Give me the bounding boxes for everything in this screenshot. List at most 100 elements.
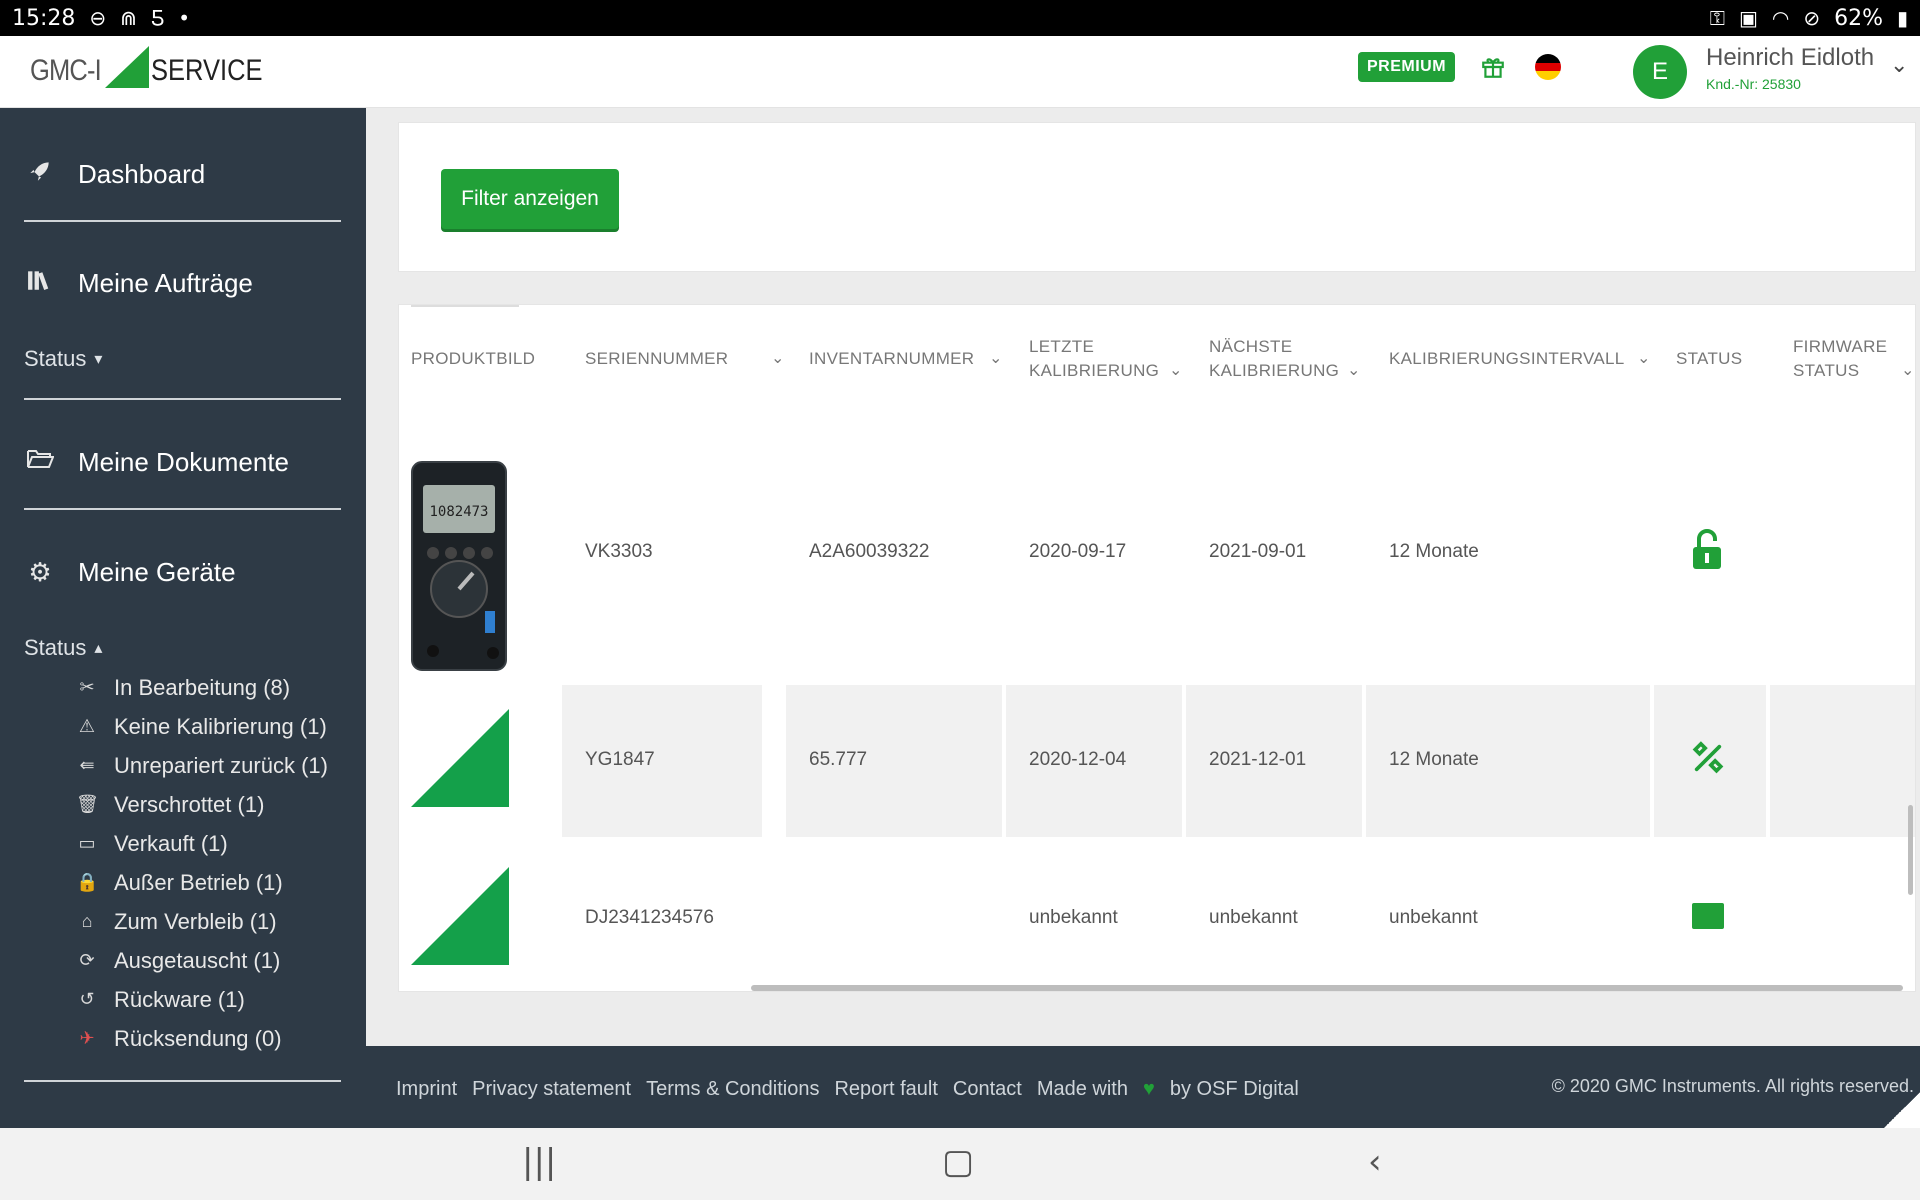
- come-and-go-icon[interactable]: [1692, 903, 1724, 929]
- status-filter-verkauft[interactable]: ▭ Verkauft (1): [76, 824, 328, 863]
- column-header-letzte-kalibrierung[interactable]: LETZTE KALIBRIERUNG ⌄: [1029, 335, 1194, 383]
- chevron-down-icon[interactable]: ⌄: [1890, 52, 1908, 78]
- gmc-logo[interactable]: GMC-I SERVICE: [30, 44, 283, 94]
- column-header-firmware-status[interactable]: FIRMWARE STATUS ⌄: [1793, 335, 1915, 383]
- exchange-icon: ⟳: [79, 950, 95, 970]
- devices-status-toggle[interactable]: Status ▴: [24, 635, 102, 661]
- status-filter-zum-verbleib[interactable]: ⌂ Zum Verbleib (1): [76, 902, 328, 941]
- status-filter-label: Rücksendung (0): [114, 1025, 282, 1051]
- send-back-icon: ✈: [79, 1028, 95, 1048]
- column-header-naechste-kalibrierung[interactable]: NÄCHSTE KALIBRIERUNG ⌄: [1209, 335, 1374, 383]
- column-label: INVENTARNUMMER: [809, 349, 975, 368]
- column-label: FIRMWARE: [1793, 337, 1888, 356]
- status-filter-verschrottet[interactable]: 🗑 Verschrottet (1): [76, 785, 328, 824]
- return-icon: ⇚: [79, 755, 95, 775]
- sidebar-item-orders[interactable]: Meine Aufträge: [24, 268, 253, 299]
- status-filter-label: Zum Verbleib (1): [114, 908, 277, 934]
- sidebar-item-documents[interactable]: Meine Dokumente: [24, 447, 289, 478]
- status-label: Status: [24, 346, 87, 371]
- avatar[interactable]: E: [1633, 45, 1687, 99]
- system-navigation-bar: ||| ▢ ‹: [0, 1128, 1920, 1200]
- heart-icon: ♥: [1142, 1078, 1155, 1100]
- status-filter-label: Keine Kalibrierung (1): [114, 713, 327, 739]
- status-filter-label: In Bearbeitung (8): [114, 674, 291, 700]
- privacy-link[interactable]: Privacy statement: [472, 1078, 631, 1101]
- status-filter-label: Unrepariert zurück (1): [114, 752, 328, 778]
- contact-link[interactable]: Contact: [953, 1078, 1022, 1101]
- footer: Imprint Privacy statement Terms & Condit…: [366, 1046, 1920, 1128]
- user-name[interactable]: Heinrich Eidloth: [1706, 44, 1874, 72]
- next-calibration: 2021-09-01: [1209, 541, 1307, 562]
- sidebar: Dashboard Meine Aufträge Status ▾ Meine …: [0, 108, 366, 1128]
- back-icon[interactable]: ‹: [1368, 1142, 1382, 1182]
- column-label: PRODUKTBILD: [411, 349, 536, 368]
- column-label: NÄCHSTE: [1209, 337, 1293, 356]
- placeholder-product-image: [411, 867, 509, 965]
- status-filter-rueckware[interactable]: ↺ Rückware (1): [76, 980, 328, 1019]
- blocked-icon: ⊘: [1803, 6, 1821, 30]
- chevron-down-icon: ▾: [94, 351, 103, 368]
- column-header-seriennummer[interactable]: SERIENNUMMER ⌄: [585, 347, 785, 371]
- library-icon: [24, 268, 56, 299]
- table-row[interactable]: 1082473 VK3303 A2A60039322 2020-09-17 20…: [399, 433, 1915, 671]
- horizontal-scrollbar[interactable]: [751, 985, 1903, 991]
- column-header-kalibrierungsintervall[interactable]: KALIBRIERUNGSINTERVALL ⌄: [1389, 347, 1659, 371]
- serial-number: VK3303: [585, 541, 653, 562]
- column-label: KALIBRIERUNGSINTERVALL: [1389, 349, 1625, 368]
- table-row[interactable]: DJ2341234576 unbekannt unbekannt unbekan…: [399, 837, 1915, 987]
- home-button-icon[interactable]: ▢: [942, 1142, 974, 1182]
- device-status-list: ✂ In Bearbeitung (8) ⚠ Keine Kalibrierun…: [76, 668, 328, 1058]
- trash-icon: 🗑: [76, 794, 99, 814]
- divider: [24, 398, 341, 400]
- dnd-icon: ⊖: [89, 6, 107, 30]
- status-filter-ausgetauscht[interactable]: ⟳ Ausgetauscht (1): [76, 941, 328, 980]
- undo-icon: ↺: [79, 989, 95, 1009]
- chevron-down-icon: ⌄: [1901, 362, 1915, 379]
- premium-badge[interactable]: PREMIUM: [1358, 52, 1456, 82]
- imprint-link[interactable]: Imprint: [396, 1078, 457, 1101]
- folder-open-icon: [24, 448, 56, 477]
- status-filter-keine-kalibrierung[interactable]: ⚠ Keine Kalibrierung (1): [76, 707, 328, 746]
- status-filter-in-bearbeitung[interactable]: ✂ In Bearbeitung (8): [76, 668, 328, 707]
- status-filter-label: Verkauft (1): [114, 830, 228, 856]
- last-calibration: 2020-09-17: [1029, 541, 1127, 562]
- app-header: GMC-I SERVICE PREMIUM E Heinrich Eidloth…: [0, 36, 1920, 108]
- sidebar-item-dashboard[interactable]: Dashboard: [24, 158, 205, 191]
- calibration-interval: unbekannt: [1389, 907, 1478, 928]
- status-filter-label: Verschrottet (1): [114, 791, 265, 817]
- tools-icon[interactable]: [1691, 741, 1725, 775]
- unlock-icon[interactable]: [1691, 529, 1723, 571]
- status-filter-label: Ausgetauscht (1): [114, 947, 281, 973]
- sidebar-item-devices[interactable]: ⚙ Meine Geräte: [24, 557, 236, 588]
- status-label: Status: [24, 635, 87, 660]
- column-label: SERIENNUMMER: [585, 349, 729, 368]
- multimeter-product-image: 1082473: [411, 461, 507, 671]
- sidebar-item-label: Meine Geräte: [78, 557, 236, 587]
- battery-icon: ▮: [1896, 6, 1908, 30]
- serial-number: YG1847: [585, 749, 655, 770]
- status-filter-ausser-betrieb[interactable]: 🔒 Außer Betrieb (1): [76, 863, 328, 902]
- german-flag-icon[interactable]: [1535, 54, 1561, 80]
- placeholder-product-image: [411, 709, 509, 807]
- gears-icon: ⚙: [28, 557, 52, 587]
- terms-link[interactable]: Terms & Conditions: [646, 1078, 819, 1101]
- table-row[interactable]: YG1847 65.777 2020-12-04 2021-12-01 12 M…: [399, 685, 1915, 837]
- tools-icon: ✂: [79, 677, 95, 697]
- gift-icon[interactable]: [1480, 53, 1506, 81]
- orders-status-toggle[interactable]: Status ▾: [24, 346, 102, 372]
- status-filter-unrepariert-zurueck[interactable]: ⇚ Unrepariert zurück (1): [76, 746, 328, 785]
- status-filter-ruecksendung[interactable]: ✈ Rücksendung (0): [76, 1019, 328, 1058]
- chevron-down-icon: ⌄: [771, 350, 785, 367]
- page-corner: [1884, 1092, 1920, 1128]
- next-calibration: 2021-12-01: [1209, 749, 1307, 770]
- by-osf-text[interactable]: by OSF Digital: [1170, 1078, 1299, 1101]
- recent-apps-icon[interactable]: |||: [522, 1142, 556, 1182]
- briefcase-icon: ▣: [1738, 6, 1758, 30]
- inventory-number: A2A60039322: [809, 541, 930, 562]
- copyright: © 2020 GMC Instruments. All rights reser…: [1551, 1076, 1914, 1096]
- show-filter-button[interactable]: Filter anzeigen: [441, 169, 619, 229]
- battery-level: 62%: [1834, 5, 1883, 31]
- report-fault-link[interactable]: Report fault: [834, 1078, 937, 1101]
- column-header-inventarnummer[interactable]: INVENTARNUMMER ⌄: [809, 347, 1019, 371]
- vertical-scrollbar[interactable]: [1908, 805, 1913, 895]
